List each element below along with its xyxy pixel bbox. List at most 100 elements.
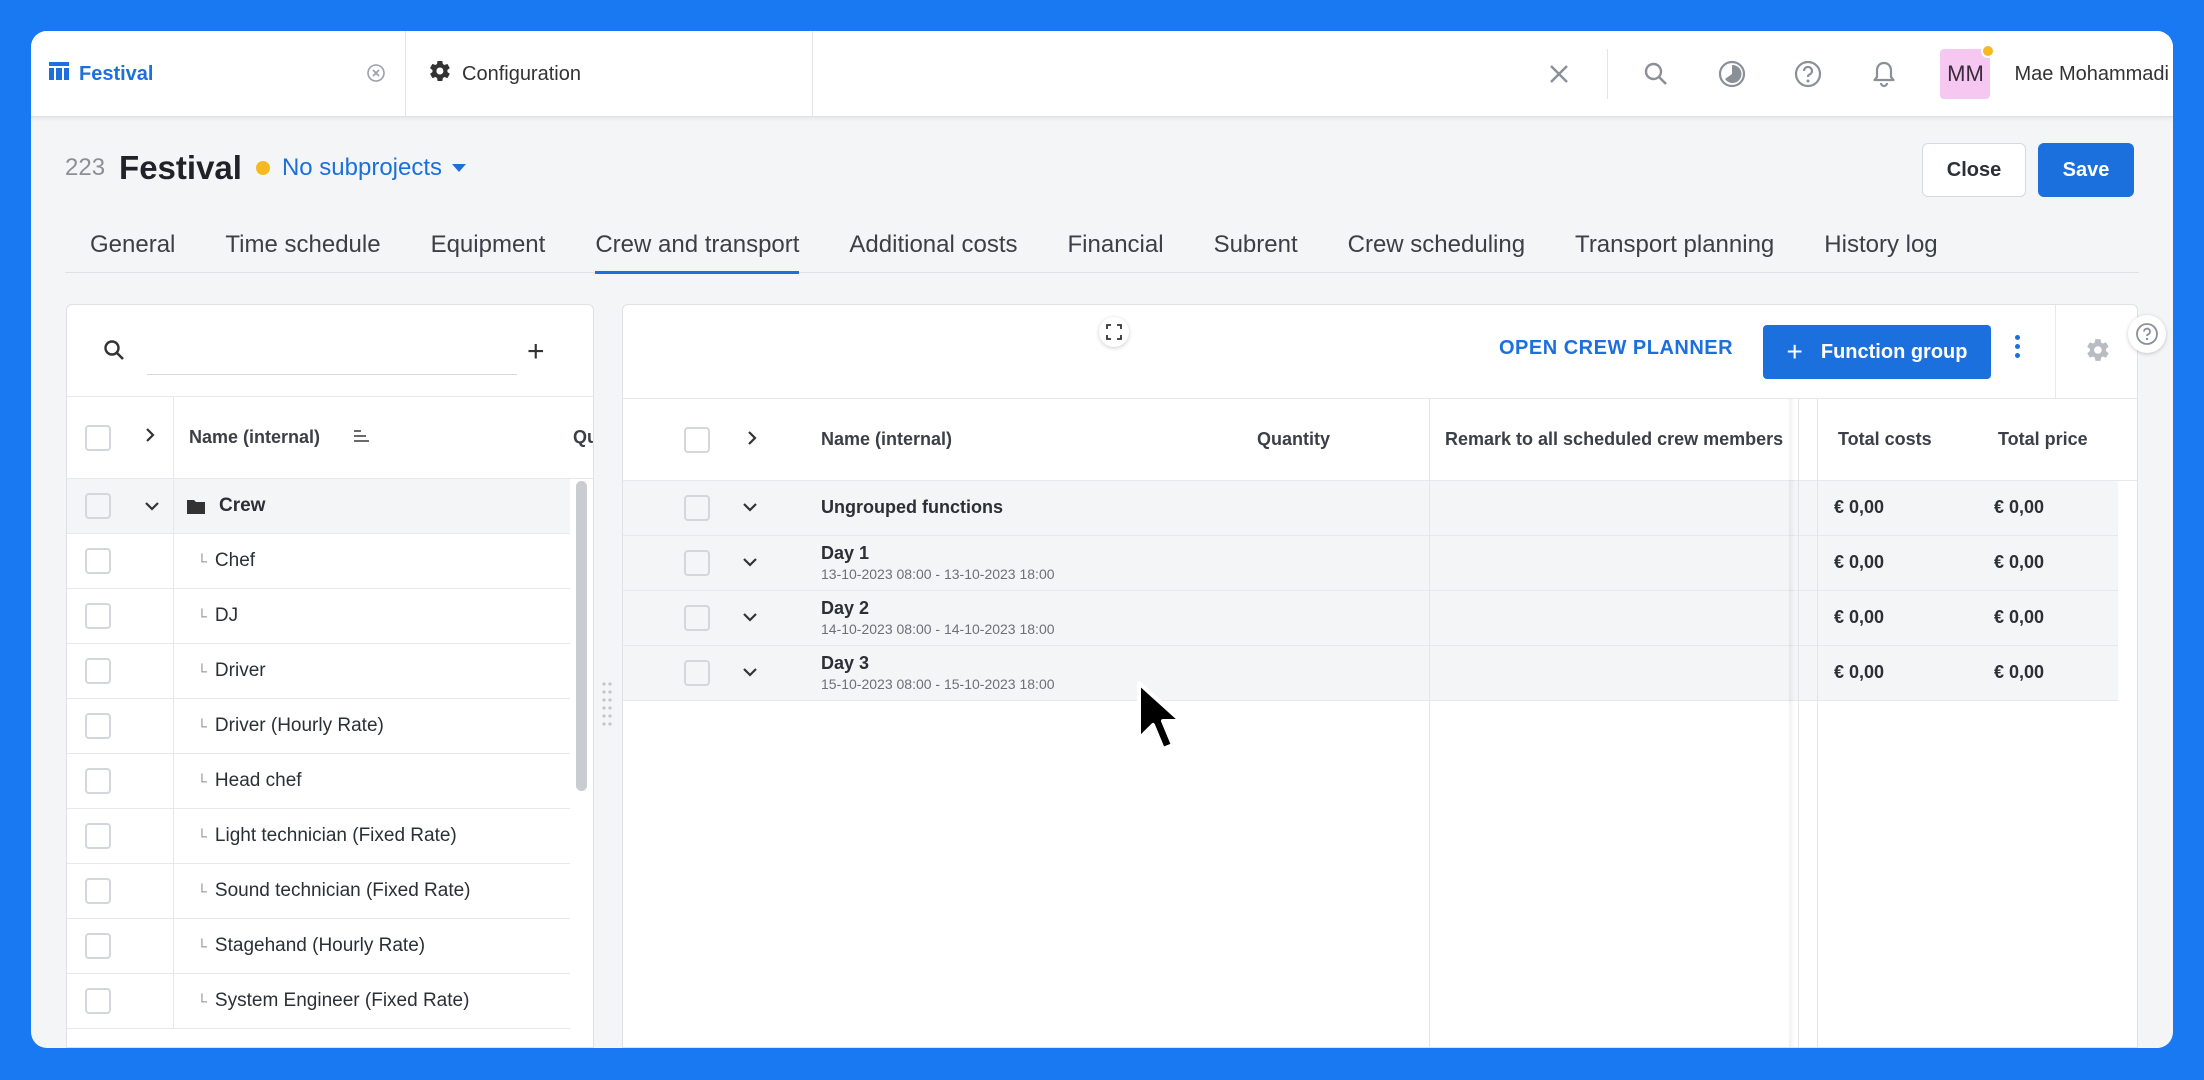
avatar[interactable]: MM — [1940, 44, 1996, 99]
chevron-down-icon[interactable] — [143, 497, 161, 519]
panel-toolbar: OPEN CREW PLANNER + Function group — [623, 305, 2137, 399]
select-all-checkbox[interactable] — [684, 427, 710, 453]
list-item[interactable]: └ Driver — [67, 644, 570, 699]
table-settings-button[interactable] — [2055, 305, 2137, 399]
checkbox[interactable] — [85, 658, 111, 684]
tab-time-schedule[interactable]: Time schedule — [200, 227, 405, 273]
checkbox[interactable] — [85, 823, 111, 849]
search-icon — [103, 339, 125, 366]
user-name[interactable]: Mae Mohammadi — [2014, 63, 2169, 86]
column-header-name[interactable]: Name (internal) — [821, 429, 952, 450]
column-header-total-price[interactable]: Total price — [1998, 429, 2088, 450]
tab-equipment[interactable]: Equipment — [406, 227, 571, 273]
total-costs-value: € 0,00 — [1834, 607, 1885, 627]
close-tab-icon[interactable] — [365, 62, 387, 84]
checkbox[interactable] — [684, 495, 710, 521]
list-group-crew[interactable]: Crew — [67, 479, 570, 534]
app-tab-configuration[interactable]: Configuration — [405, 31, 813, 117]
search-input[interactable] — [147, 327, 517, 375]
checkbox[interactable] — [85, 713, 111, 739]
resize-handle[interactable] — [602, 681, 612, 733]
list-item[interactable]: └ System Engineer (Fixed Rate) — [67, 974, 570, 1029]
tab-additional-costs[interactable]: Additional costs — [824, 227, 1042, 273]
child-indicator-icon: └ — [197, 663, 207, 679]
total-price-value: € 0,00 — [1994, 552, 2045, 572]
chevron-down-icon[interactable] — [741, 610, 759, 629]
checkbox[interactable] — [85, 878, 111, 904]
help-icon[interactable] — [2128, 315, 2166, 353]
column-header-total-costs[interactable]: Total costs — [1838, 429, 1932, 450]
add-function-group-button[interactable]: + Function group — [1763, 325, 1991, 379]
tab-crew-and-transport[interactable]: Crew and transport — [570, 227, 824, 274]
list-item[interactable]: └ Head chef — [67, 754, 570, 809]
total-price-value: € 0,00 — [1994, 497, 2045, 517]
table-row[interactable]: Ungrouped functions € 0,00 € 0,00 — [623, 481, 2118, 536]
checkbox[interactable] — [85, 988, 111, 1014]
checkbox[interactable] — [85, 493, 111, 519]
chevron-right-icon[interactable] — [745, 429, 759, 452]
more-options-icon[interactable] — [2015, 335, 2021, 362]
save-button[interactable]: Save — [2038, 143, 2134, 197]
checkbox[interactable] — [684, 660, 710, 686]
child-indicator-icon: └ — [197, 553, 207, 569]
clear-icon[interactable] — [1521, 31, 1597, 117]
tab-general[interactable]: General — [65, 227, 200, 273]
child-indicator-icon: └ — [197, 608, 207, 624]
open-crew-planner-button[interactable]: OPEN CREW PLANNER — [1499, 337, 1733, 360]
item-label: Light technician (Fixed Rate) — [214, 825, 457, 846]
close-button[interactable]: Close — [1922, 143, 2026, 197]
subprojects-dropdown[interactable]: No subprojects — [282, 154, 467, 182]
column-header-quantity[interactable]: Quantity — [1257, 429, 1330, 450]
child-indicator-icon: └ — [197, 938, 207, 954]
search-icon[interactable] — [1618, 31, 1694, 117]
table-row[interactable]: Day 3 15-10-2023 08:00 - 15-10-2023 18:00… — [623, 646, 2118, 701]
checkbox[interactable] — [85, 603, 111, 629]
child-indicator-icon: └ — [197, 773, 207, 789]
vertical-scrollbar[interactable] — [576, 481, 587, 791]
project-number: 223 — [65, 154, 106, 181]
library-table-header: Name (internal) Qu — [67, 397, 593, 479]
app-tab-festival-label: Festival — [79, 62, 154, 85]
checkbox[interactable] — [85, 548, 111, 574]
bell-icon[interactable] — [1846, 31, 1922, 117]
checkbox[interactable] — [85, 933, 111, 959]
checkbox[interactable] — [684, 605, 710, 631]
list-item[interactable]: └ DJ — [67, 589, 570, 644]
chevron-down-icon[interactable] — [741, 500, 759, 519]
table-row[interactable]: Day 1 13-10-2023 08:00 - 13-10-2023 18:00… — [623, 536, 2118, 591]
app-tab-festival[interactable]: Festival — [31, 31, 405, 117]
select-all-checkbox[interactable] — [85, 424, 111, 451]
checkbox[interactable] — [85, 768, 111, 794]
list-item[interactable]: └ Chef — [67, 534, 570, 589]
tab-subrent[interactable]: Subrent — [1189, 227, 1323, 273]
group-label: Crew — [219, 495, 266, 516]
tab-financial[interactable]: Financial — [1043, 227, 1189, 273]
tab-crew-scheduling[interactable]: Crew scheduling — [1323, 227, 1550, 273]
tab-history-log[interactable]: History log — [1799, 227, 1962, 273]
total-costs-value: € 0,00 — [1834, 662, 1885, 682]
list-item[interactable]: └ Sound technician (Fixed Rate) — [67, 864, 570, 919]
page-title: Festival — [119, 149, 242, 186]
total-costs-value: € 0,00 — [1834, 552, 1885, 572]
column-header-remark[interactable]: Remark to all scheduled crew members — [1445, 429, 1783, 450]
sort-icon[interactable] — [353, 427, 369, 448]
chevron-down-icon[interactable] — [741, 555, 759, 574]
column-header-quantity[interactable]: Qu — [573, 427, 593, 448]
table-row[interactable]: Day 2 14-10-2023 08:00 - 14-10-2023 18:00… — [623, 591, 2118, 646]
child-indicator-icon: └ — [197, 883, 207, 899]
checkbox[interactable] — [684, 550, 710, 576]
tab-transport-planning[interactable]: Transport planning — [1550, 227, 1799, 273]
fullscreen-icon[interactable] — [1099, 317, 1129, 347]
column-header-name[interactable]: Name (internal) — [189, 427, 320, 448]
list-item[interactable]: └ Stagehand (Hourly Rate) — [67, 919, 570, 974]
status-dot — [1981, 44, 1996, 58]
list-item[interactable]: └ Driver (Hourly Rate) — [67, 699, 570, 754]
chevron-down-icon[interactable] — [741, 665, 759, 684]
list-item[interactable]: └ Light technician (Fixed Rate) — [67, 809, 570, 864]
help-icon[interactable] — [1770, 31, 1846, 117]
add-icon[interactable]: + — [527, 335, 545, 369]
mouse-cursor-icon — [1135, 679, 1183, 764]
chevron-right-icon[interactable] — [143, 426, 157, 449]
function-library-panel: + Name (internal) Qu Crew └ Chef — [66, 304, 594, 1048]
timer-icon[interactable] — [1694, 31, 1770, 117]
